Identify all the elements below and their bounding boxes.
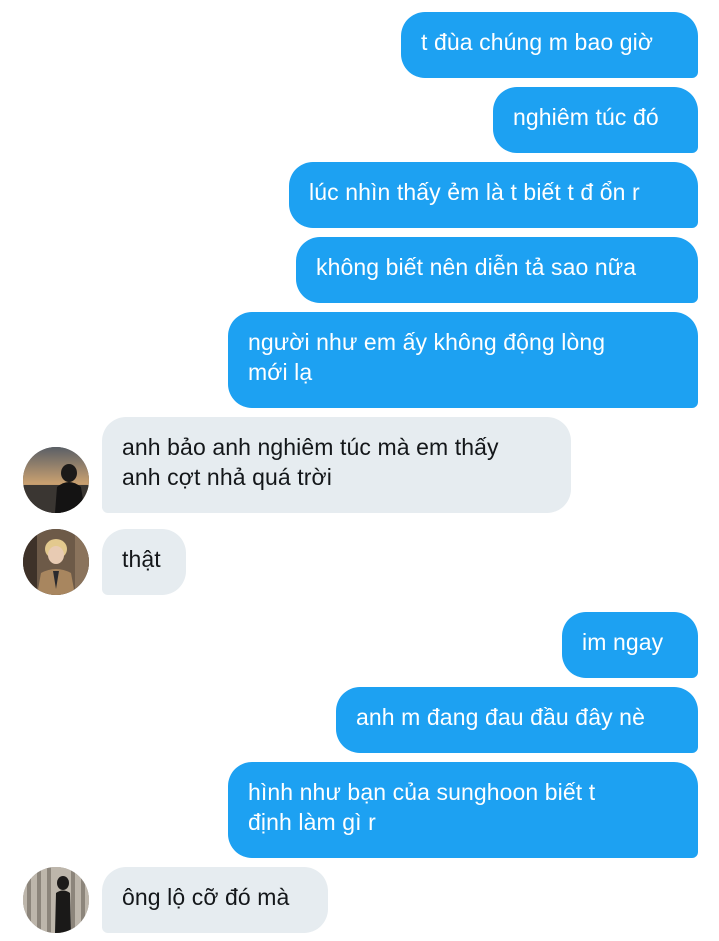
message-text: anh m đang đau đầu đây nè bbox=[356, 704, 645, 730]
outgoing-message-bubble[interactable]: lúc nhìn thấy ẻm là t biết t đ ổn r bbox=[289, 162, 698, 228]
outgoing-message-bubble[interactable]: người như em ấy không động lòng mới lạ bbox=[228, 312, 698, 408]
avatar-window-photo bbox=[23, 867, 89, 933]
message-text-line: người như em ấy không động lòng bbox=[248, 329, 606, 355]
message-text: t đùa chúng m bao giờ bbox=[421, 29, 653, 55]
outgoing-message-bubble[interactable]: không biết nên diễn tả sao nữa bbox=[296, 237, 698, 303]
message-text: thật bbox=[122, 546, 161, 572]
message-text-line: mới lạ bbox=[248, 359, 313, 385]
message-text: không biết nên diễn tả sao nữa bbox=[316, 254, 637, 280]
message-text: nghiêm túc đó bbox=[513, 104, 659, 130]
avatar-sunset-photo bbox=[23, 447, 89, 513]
avatar-blond-photo bbox=[23, 529, 89, 595]
message-text: ông lộ cỡ đó mà bbox=[122, 884, 290, 910]
message-text-line: anh cợt nhả quá trời bbox=[122, 464, 332, 490]
outgoing-message-bubble[interactable]: t đùa chúng m bao giờ bbox=[401, 12, 698, 78]
avatar[interactable] bbox=[23, 447, 89, 513]
incoming-message-bubble[interactable]: ông lộ cỡ đó mà bbox=[102, 867, 328, 933]
incoming-message-bubble[interactable]: thật bbox=[102, 529, 186, 595]
avatar[interactable] bbox=[23, 529, 89, 595]
incoming-message-bubble[interactable]: anh bảo anh nghiêm túc mà em thấy anh cợ… bbox=[102, 417, 571, 513]
message-text-line: hình như bạn của sunghoon biết t bbox=[248, 779, 596, 805]
outgoing-message-bubble[interactable]: im ngay bbox=[562, 612, 698, 678]
message-text-line: định làm gì r bbox=[248, 809, 376, 835]
avatar[interactable] bbox=[23, 867, 89, 933]
message-text: im ngay bbox=[582, 629, 664, 655]
message-text-line: anh bảo anh nghiêm túc mà em thấy bbox=[122, 434, 499, 460]
message-text: lúc nhìn thấy ẻm là t biết t đ ổn r bbox=[309, 179, 640, 205]
outgoing-message-bubble[interactable]: anh m đang đau đầu đây nè bbox=[336, 687, 698, 753]
outgoing-message-bubble[interactable]: nghiêm túc đó bbox=[493, 87, 698, 153]
outgoing-message-bubble[interactable]: hình như bạn của sunghoon biết t định là… bbox=[228, 762, 698, 858]
